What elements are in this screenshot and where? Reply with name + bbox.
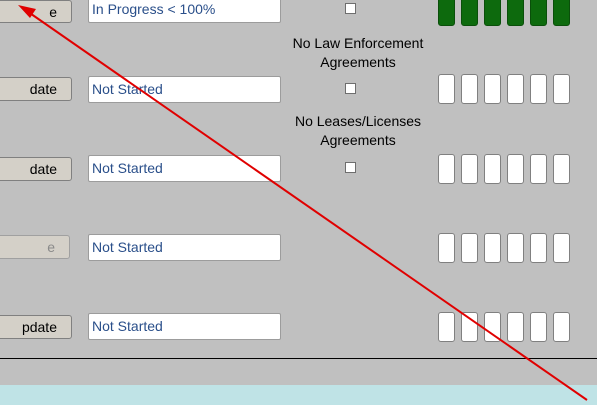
annotation-arrow-icon [18, 5, 588, 401]
